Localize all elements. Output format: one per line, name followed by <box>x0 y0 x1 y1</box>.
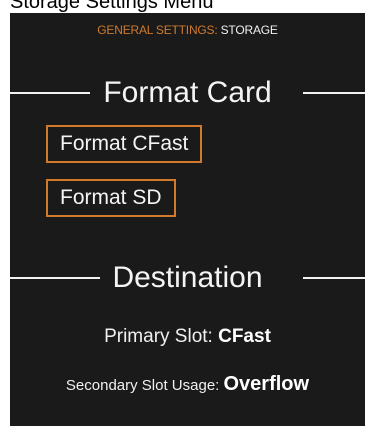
format-card-header: Format Card <box>10 73 365 113</box>
secondary-slot-usage-value: Overflow <box>223 373 310 395</box>
primary-slot-value: CFast <box>218 326 271 347</box>
breadcrumb: GENERAL SETTINGS: STORAGE <box>10 23 365 37</box>
breadcrumb-section: GENERAL SETTINGS: <box>97 23 218 37</box>
format-cfast-button[interactable]: Format CFast <box>46 125 203 163</box>
divider-line-right <box>303 277 365 279</box>
secondary-slot-usage-label: Secondary Slot Usage: <box>65 377 220 394</box>
primary-slot-label: Primary Slot: <box>104 326 213 347</box>
primary-slot-row[interactable]: Primary Slot: CFast <box>10 326 365 348</box>
divider-line-right <box>303 92 365 94</box>
secondary-slot-usage-row[interactable]: Secondary Slot Usage: Overflow <box>10 373 365 396</box>
format-sd-button[interactable]: Format SD <box>46 179 176 217</box>
storage-settings-screen: GENERAL SETTINGS: STORAGE Format Card Fo… <box>10 13 365 426</box>
page-title: Storage Settings Menu <box>10 0 214 13</box>
breadcrumb-current: STORAGE <box>220 23 278 37</box>
destination-header: Destination <box>10 258 365 298</box>
